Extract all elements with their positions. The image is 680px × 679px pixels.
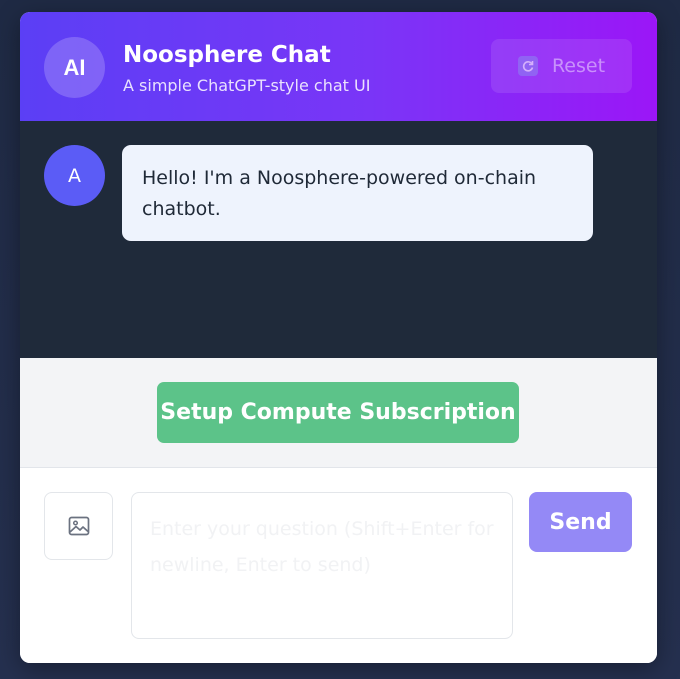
subscription-section: Setup Compute Subscription — [20, 358, 657, 468]
composer: Send — [20, 468, 657, 663]
page-title: Noosphere Chat — [123, 42, 331, 68]
app-avatar: AI — [44, 37, 105, 98]
image-upload-button[interactable] — [44, 492, 113, 560]
setup-subscription-button[interactable]: Setup Compute Subscription — [157, 382, 519, 443]
bot-avatar-text: A — [68, 164, 81, 187]
message-bubble: Hello! I'm a Noosphere-powered on-chain … — [122, 145, 593, 241]
message-list: A Hello! I'm a Noosphere-powered on-chai… — [20, 121, 657, 358]
refresh-icon — [517, 56, 538, 76]
chat-header: AI Noosphere Chat A simple ChatGPT-style… — [20, 12, 657, 121]
reset-button[interactable]: Reset — [491, 39, 632, 93]
app-avatar-text: AI — [63, 54, 86, 80]
reset-label: Reset — [551, 55, 606, 77]
send-button[interactable]: Send — [529, 492, 632, 552]
chat-card: AI Noosphere Chat A simple ChatGPT-style… — [20, 12, 657, 663]
bot-avatar: A — [44, 145, 105, 206]
image-icon — [68, 516, 89, 536]
page-subtitle: A simple ChatGPT-style chat UI — [123, 76, 371, 95]
question-input[interactable] — [131, 492, 513, 639]
